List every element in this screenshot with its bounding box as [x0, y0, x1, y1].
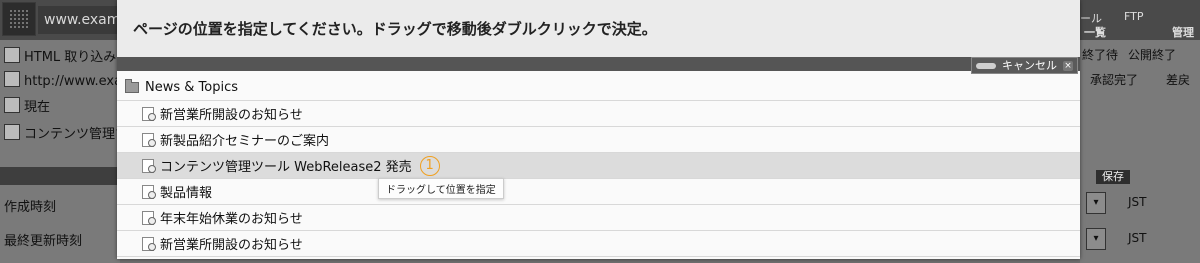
page-search-icon	[4, 124, 20, 140]
dialog-header: ページの位置を指定してください。ドラッグで移動後ダブルクリックで決定。	[117, 0, 1080, 57]
page-list: News & Topics 新営業所開設のお知らせ 新製品紹介セミナーのご案内 …	[117, 75, 1080, 257]
updated-time-label: 最終更新時刻	[4, 234, 83, 249]
hour-select: ▾	[1086, 192, 1106, 214]
close-icon[interactable]: ×	[1063, 60, 1073, 71]
cancel-button[interactable]: キャンセル ×	[971, 57, 1078, 74]
hour-select-2: ▾	[1086, 228, 1106, 250]
url-row: http://www.exa	[4, 71, 122, 89]
cancel-bar-icon	[976, 62, 996, 69]
list-item[interactable]: 製品情報	[117, 179, 1080, 205]
position-dialog: ページの位置を指定してください。ドラッグで移動後ダブルクリックで決定。 キャンセ…	[117, 0, 1080, 259]
status-wait: 終了待	[1082, 48, 1119, 62]
content-tool-row: コンテンツ管理ツ	[4, 123, 128, 142]
drag-tooltip: ドラッグして位置を指定	[378, 178, 504, 199]
status-sashimodoshi: 差戻	[1166, 73, 1191, 87]
dialog-divider	[117, 57, 1080, 71]
list-item-dragging[interactable]: コンテンツ管理ツール WebRelease2 発売 1	[117, 153, 1080, 179]
jst-label: JST	[1128, 195, 1147, 209]
list-item[interactable]: 新営業所開設のお知らせ	[117, 231, 1080, 257]
folder-row: News & Topics	[117, 75, 1080, 101]
status-public-end: 公開終了	[1128, 48, 1177, 62]
status-approved: 承認完了	[1090, 73, 1139, 87]
created-time-label: 作成時刻	[4, 200, 57, 215]
step-marker: 1	[419, 155, 440, 176]
save-button: 保存	[1096, 170, 1130, 184]
globe-icon	[4, 71, 20, 87]
page-search-icon	[142, 158, 156, 173]
page-search-icon	[142, 210, 156, 225]
page-search-icon	[142, 236, 156, 251]
page-search-icon	[142, 106, 156, 121]
list-item[interactable]: 新営業所開設のお知らせ	[117, 101, 1080, 127]
folder-icon	[125, 79, 139, 93]
clock-icon	[4, 97, 20, 113]
app-logo	[2, 2, 36, 36]
html-import-row: HTML 取り込み	[4, 46, 116, 65]
page-search-icon	[142, 184, 156, 199]
page-search-icon	[142, 132, 156, 147]
dialog-title: ページの位置を指定してください。ドラッグで移動後ダブルクリックで決定。	[133, 20, 657, 38]
jst-label-2: JST	[1128, 231, 1147, 245]
import-icon	[4, 47, 20, 63]
time-row: 現在	[4, 96, 50, 115]
folder-label: News & Topics	[145, 80, 238, 95]
list-item[interactable]: 年末年始休業のお知らせ	[117, 205, 1080, 231]
right-toolbar: ール 一覧 FTP 管理	[1080, 8, 1200, 40]
list-item[interactable]: 新製品紹介セミナーのご案内	[117, 127, 1080, 153]
